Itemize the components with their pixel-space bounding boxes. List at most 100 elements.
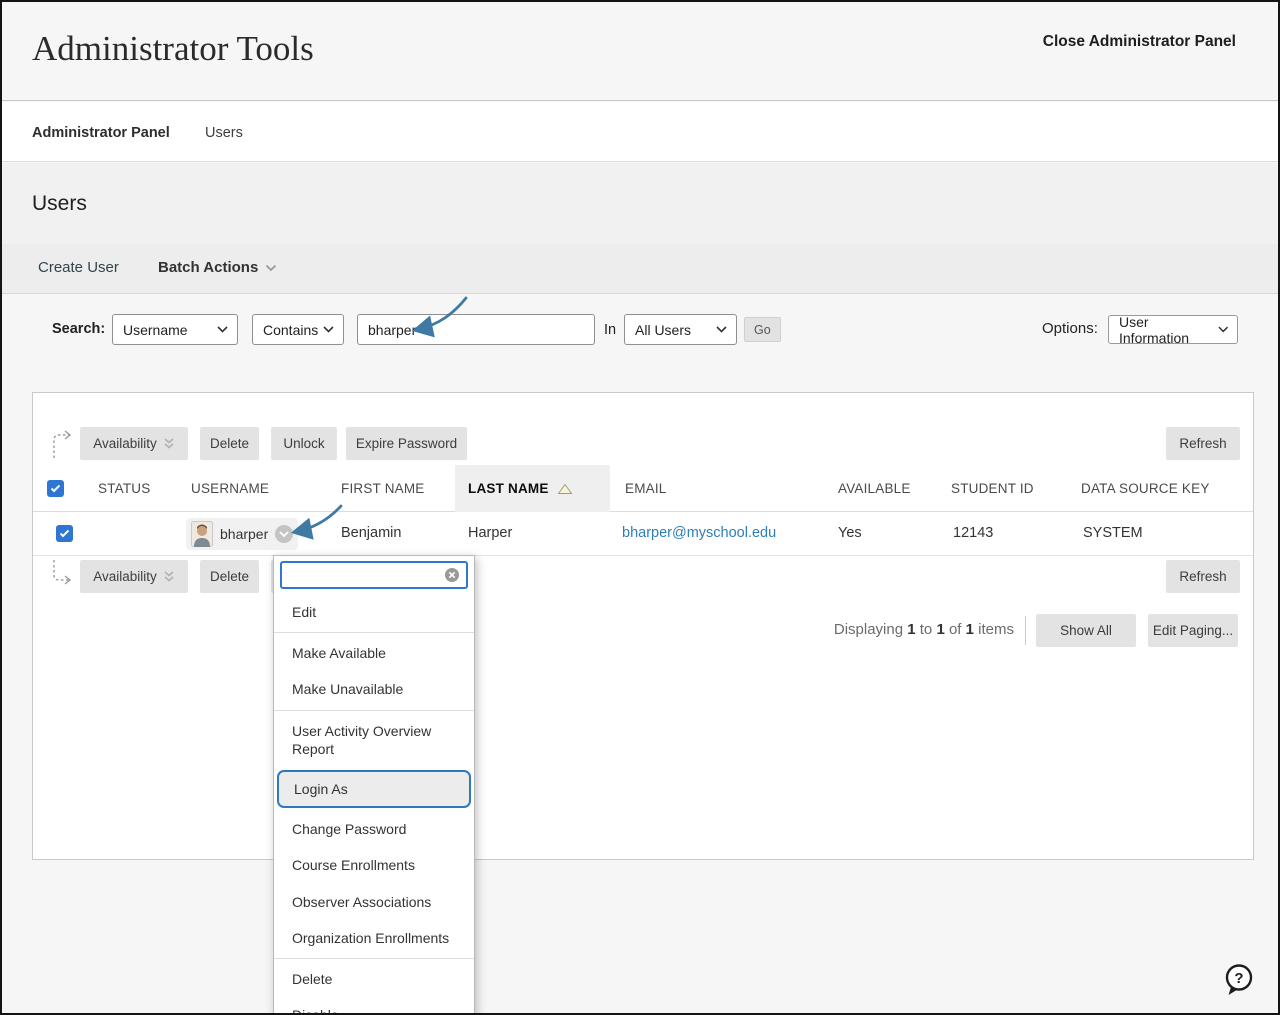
- menu-item-delete[interactable]: Delete: [274, 961, 474, 997]
- menu-item-change-password[interactable]: Change Password: [274, 811, 474, 847]
- action-bar: Create User Batch Actions: [2, 244, 1278, 294]
- user-context-menu: Edit Make Available Make Unavailable Use…: [273, 555, 475, 1015]
- options-label: Options:: [1042, 320, 1098, 337]
- clear-icon[interactable]: [444, 567, 460, 583]
- chevron-down-icon: [279, 531, 289, 538]
- column-header-available[interactable]: AVAILABLE: [838, 481, 911, 496]
- search-label: Search:: [52, 321, 105, 337]
- search-field-select[interactable]: Username: [112, 314, 238, 345]
- last-name-label: LAST NAME: [468, 481, 549, 496]
- check-icon: [59, 529, 70, 538]
- paging-total: 1: [966, 621, 974, 638]
- close-administrator-panel-button[interactable]: Close Administrator Panel: [1043, 33, 1236, 51]
- show-all-button[interactable]: Show All: [1036, 614, 1136, 647]
- go-button[interactable]: Go: [744, 317, 781, 342]
- username-cell: bharper: [186, 518, 298, 550]
- column-header-first-name[interactable]: FIRST NAME: [341, 481, 425, 496]
- app-header: Administrator Tools Close Administrator …: [2, 2, 1278, 101]
- paging-items-label: items: [978, 621, 1014, 638]
- user-avatar: [191, 521, 213, 547]
- select-all-arrow-icon: [48, 558, 76, 590]
- search-scope-select[interactable]: All Users: [624, 314, 737, 345]
- chevron-down-icon: [323, 326, 334, 333]
- help-icon[interactable]: ?: [1222, 962, 1256, 998]
- page-heading: Administrator Tools: [32, 29, 314, 69]
- menu-item-observer-associations[interactable]: Observer Associations: [274, 884, 474, 920]
- menu-item-edit[interactable]: Edit: [274, 594, 474, 630]
- page-title: Users: [32, 192, 87, 216]
- users-list-panel: Availability Delete Unlock Expire Passwo…: [32, 392, 1254, 860]
- first-name-cell: Benjamin: [341, 525, 401, 541]
- create-user-button[interactable]: Create User: [38, 259, 119, 276]
- breadcrumb-administrator-panel[interactable]: Administrator Panel: [32, 125, 170, 141]
- email-link[interactable]: bharper@myschool.edu: [622, 525, 776, 541]
- menu-item-disable[interactable]: Disable: [274, 997, 474, 1015]
- last-name-cell: Harper: [468, 525, 512, 541]
- menu-item-user-activity-overview-report[interactable]: User Activity Overview Report: [274, 713, 474, 767]
- menu-separator: [274, 958, 474, 959]
- paging-divider: [1025, 616, 1026, 645]
- chevron-down-icon: [217, 326, 228, 333]
- in-label: In: [604, 322, 616, 338]
- table-row: bharper Benjamin Harper bharper@myschool…: [33, 512, 1253, 556]
- unlock-button-top[interactable]: Unlock: [271, 427, 337, 460]
- menu-item-make-available[interactable]: Make Available: [274, 635, 474, 671]
- check-icon: [50, 484, 61, 493]
- availability-label: Availability: [93, 569, 157, 584]
- breadcrumb: Administrator Panel Users: [2, 102, 1278, 162]
- availability-button-top[interactable]: Availability: [80, 427, 188, 460]
- table-header-row: STATUS USERNAME FIRST NAME LAST NAME EMA…: [33, 465, 1253, 512]
- column-header-student-id[interactable]: STUDENT ID: [951, 481, 1034, 496]
- available-cell: Yes: [838, 525, 862, 541]
- column-header-email[interactable]: EMAIL: [625, 481, 667, 496]
- column-header-last-name[interactable]: LAST NAME: [455, 465, 610, 512]
- paging-to-label: to: [920, 621, 933, 638]
- breadcrumb-users[interactable]: Users: [205, 125, 243, 141]
- availability-label: Availability: [93, 436, 157, 451]
- row-context-menu-button[interactable]: [275, 525, 293, 543]
- paging-to: 1: [936, 621, 944, 638]
- student-id-cell: 12143: [953, 525, 993, 541]
- search-operator-value: Contains: [263, 322, 318, 338]
- refresh-button-bottom[interactable]: Refresh: [1166, 560, 1240, 593]
- chevron-down-icon: [265, 264, 277, 272]
- search-operator-select[interactable]: Contains: [252, 314, 344, 345]
- paging-from: 1: [907, 621, 915, 638]
- double-chevron-down-icon: [163, 438, 175, 449]
- paging-prefix: Displaying: [834, 621, 903, 638]
- search-field-value: Username: [123, 322, 188, 338]
- expire-password-button-top[interactable]: Expire Password: [346, 427, 467, 460]
- batch-actions-button[interactable]: Batch Actions: [158, 259, 277, 276]
- search-scope-value: All Users: [635, 322, 691, 338]
- row-checkbox[interactable]: [56, 525, 73, 542]
- column-header-username[interactable]: USERNAME: [191, 481, 269, 496]
- edit-paging-button[interactable]: Edit Paging...: [1148, 614, 1238, 647]
- chevron-down-icon: [1218, 326, 1228, 333]
- column-header-data-source-key[interactable]: DATA SOURCE KEY: [1081, 481, 1210, 496]
- delete-button-top[interactable]: Delete: [200, 427, 259, 460]
- double-chevron-down-icon: [163, 571, 175, 582]
- select-all-checkbox[interactable]: [47, 480, 64, 497]
- chevron-down-icon: [716, 326, 727, 333]
- menu-separator: [274, 710, 474, 711]
- menu-item-make-unavailable[interactable]: Make Unavailable: [274, 671, 474, 707]
- paging-status: Displaying 1 to 1 of 1 items: [834, 621, 1014, 638]
- search-query-input[interactable]: [357, 314, 595, 345]
- administrator-tools-page: Administrator Tools Close Administrator …: [0, 0, 1280, 1015]
- menu-separator: [274, 632, 474, 633]
- menu-item-course-enrollments[interactable]: Course Enrollments: [274, 847, 474, 883]
- sort-ascending-icon: [557, 483, 573, 495]
- refresh-button-top[interactable]: Refresh: [1166, 427, 1240, 460]
- menu-search-field[interactable]: [280, 561, 468, 589]
- column-header-status[interactable]: STATUS: [98, 481, 150, 496]
- select-all-arrow-icon: [48, 428, 76, 460]
- delete-button-bottom[interactable]: Delete: [200, 560, 259, 593]
- menu-item-login-as[interactable]: Login As: [277, 770, 471, 808]
- batch-actions-label: Batch Actions: [158, 259, 258, 276]
- page-title-bar: Users: [2, 163, 1278, 244]
- options-select[interactable]: User Information: [1108, 315, 1238, 344]
- availability-button-bottom[interactable]: Availability: [80, 560, 188, 593]
- menu-item-organization-enrollments[interactable]: Organization Enrollments: [274, 920, 474, 956]
- options-value: User Information: [1119, 314, 1218, 346]
- username-value: bharper: [220, 526, 268, 542]
